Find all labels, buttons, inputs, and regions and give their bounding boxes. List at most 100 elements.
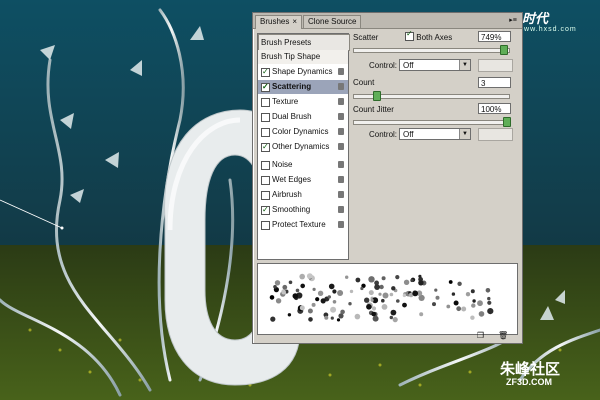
preview-dot (457, 281, 462, 286)
preview-dot (396, 299, 400, 303)
preview-dot (418, 280, 424, 286)
preview-dot (315, 297, 320, 302)
preview-dot (378, 292, 382, 296)
preview-dot (273, 285, 277, 289)
brush-option-checkbox[interactable] (261, 191, 270, 200)
preview-dot (470, 315, 475, 320)
scatter-slider-knob[interactable] (500, 45, 509, 55)
lock-icon[interactable] (338, 161, 344, 168)
preview-dot (320, 298, 326, 304)
brush-presets-button[interactable]: Brush Presets (258, 34, 350, 51)
preview-dot (330, 316, 334, 320)
preview-dot (328, 283, 335, 290)
scatter-value-field[interactable]: 749% (478, 31, 511, 42)
brush-tip-shape-label: Brush Tip Shape (261, 52, 321, 61)
scatter-slider[interactable] (353, 45, 510, 55)
preview-dot (300, 283, 305, 289)
lock-icon[interactable] (338, 83, 344, 90)
count-jitter-label: Count Jitter (353, 105, 394, 114)
brush-option-item[interactable]: Protect Texture (258, 218, 348, 232)
count-value-field[interactable]: 3 (478, 77, 511, 88)
new-brush-icon[interactable]: ❐ (476, 331, 485, 340)
brush-option-item[interactable]: Texture (258, 95, 348, 109)
preview-dot (307, 308, 313, 314)
brush-option-checkbox[interactable] (261, 140, 270, 154)
preview-dot (434, 288, 438, 292)
tab-clone-source[interactable]: Clone Source (303, 15, 362, 28)
preview-dot (485, 288, 491, 293)
preview-dot (381, 276, 386, 281)
both-axes-checkbox[interactable]: ✓ Both Axes (405, 29, 452, 42)
count-slider[interactable] (353, 91, 510, 101)
preview-dot (270, 316, 276, 322)
preview-dot (419, 312, 424, 317)
brushes-panel: Brushes × Clone Source ▸≡ Brush Presets B… (252, 12, 523, 344)
panel-menu-icon[interactable]: ▸≡ (508, 16, 518, 25)
scatter-label: Scatter (353, 33, 379, 42)
preview-dot (451, 292, 456, 296)
brush-option-checkbox[interactable] (261, 65, 270, 79)
brush-option-checkbox[interactable] (261, 128, 270, 137)
count-jitter-slider[interactable] (353, 117, 511, 127)
count-jitter-control-label: Control: (369, 130, 398, 139)
brush-option-checkbox[interactable] (261, 113, 270, 122)
preview-dot (446, 304, 451, 309)
brush-option-item[interactable]: Airbrush (258, 188, 348, 202)
preview-dot (275, 298, 282, 304)
preview-dot (311, 302, 316, 307)
preview-dot (381, 298, 385, 303)
preview-dot (382, 292, 389, 299)
brush-option-item[interactable]: Shape Dynamics (258, 65, 348, 79)
brush-option-item[interactable]: Color Dynamics (258, 125, 348, 139)
trash-icon[interactable]: 🗑 (498, 331, 508, 340)
chevron-down-icon: ▼ (459, 129, 470, 139)
brush-option-checkbox[interactable] (261, 203, 270, 217)
preview-dot (368, 276, 375, 283)
brush-option-checkbox[interactable] (261, 161, 270, 170)
scatter-control-select[interactable]: Off ▼ (399, 59, 471, 71)
preview-dot (390, 309, 397, 316)
brush-option-item[interactable]: Other Dynamics (258, 140, 348, 154)
count-jitter-control-select[interactable]: Off ▼ (399, 128, 471, 140)
brush-presets-label: Brush Presets (261, 38, 312, 47)
lock-icon[interactable] (338, 98, 344, 105)
brush-option-checkbox[interactable] (261, 80, 270, 94)
lock-icon[interactable] (338, 68, 344, 75)
brush-option-checkbox[interactable] (261, 98, 270, 107)
lock-icon[interactable] (338, 128, 344, 135)
brush-option-item[interactable]: Smoothing (258, 203, 348, 217)
lock-icon[interactable] (338, 206, 344, 213)
lock-icon[interactable] (338, 191, 344, 198)
tab-brushes[interactable]: Brushes × (255, 15, 303, 29)
lock-icon[interactable] (338, 113, 344, 120)
preview-dot (453, 300, 459, 306)
brush-option-checkbox[interactable] (261, 176, 270, 185)
brush-stroke-preview (257, 263, 518, 335)
brush-option-label: Wet Edges (272, 175, 311, 184)
preview-dot (487, 300, 492, 305)
brush-option-label: Airbrush (272, 190, 302, 199)
brush-option-item[interactable]: Wet Edges (258, 173, 348, 187)
brush-tip-shape-item[interactable]: Brush Tip Shape (258, 50, 348, 64)
brush-option-checkbox[interactable] (261, 221, 270, 230)
chevron-down-icon: ▼ (459, 60, 470, 70)
lock-icon[interactable] (338, 176, 344, 183)
count-jitter-value-field[interactable]: 100% (478, 103, 511, 114)
preview-dot (470, 289, 475, 294)
lock-icon[interactable] (338, 221, 344, 228)
bottom-watermark-site: ZF3D.COM (506, 377, 552, 387)
tab-close-icon[interactable]: × (292, 17, 297, 26)
brush-option-label: Smoothing (272, 205, 311, 214)
preview-dot (282, 284, 288, 290)
count-jitter-slider-knob[interactable] (503, 117, 511, 127)
preview-dot (349, 289, 354, 294)
lock-icon[interactable] (338, 143, 344, 150)
brush-option-item[interactable]: Scattering (258, 80, 348, 94)
preview-dot (292, 293, 299, 299)
brush-option-item[interactable]: Noise (258, 158, 348, 172)
preview-dot (372, 315, 379, 322)
brush-option-item[interactable]: Dual Brush (258, 110, 348, 124)
count-slider-knob[interactable] (373, 91, 382, 101)
preview-dot (478, 311, 485, 317)
preview-dot (435, 295, 440, 300)
